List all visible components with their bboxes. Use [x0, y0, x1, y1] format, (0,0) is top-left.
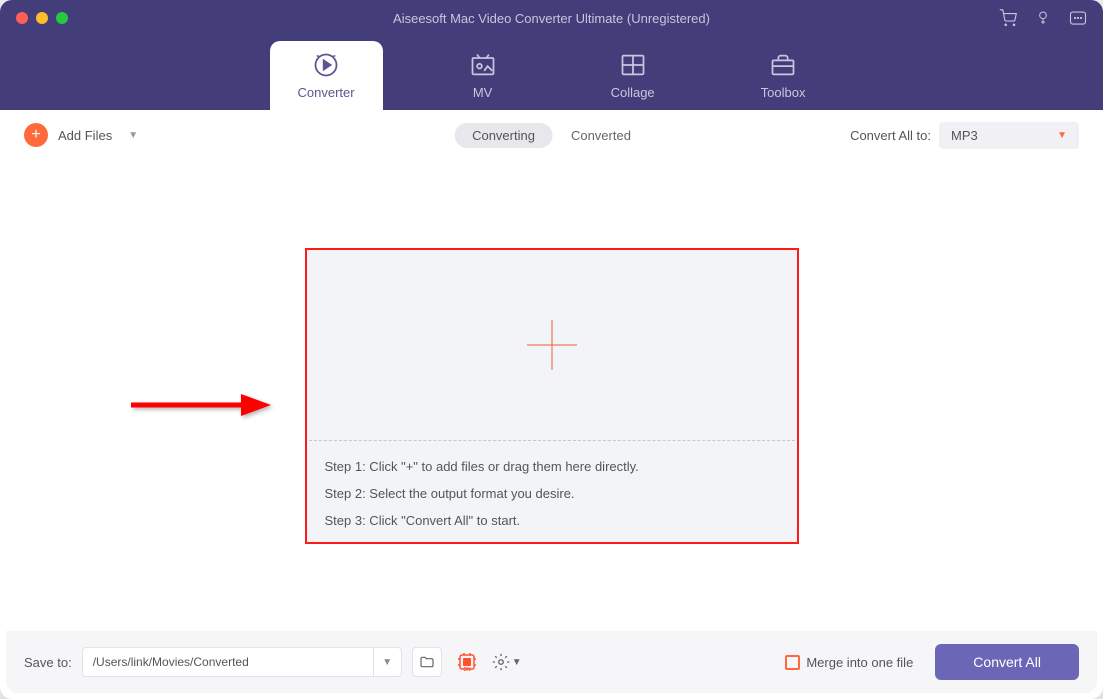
toolbar: + Add Files ▼ Converting Converted Conve… [6, 110, 1097, 160]
save-path-field[interactable]: /Users/link/Movies/Converted ▼ [82, 647, 402, 677]
tab-mv[interactable]: MV [433, 41, 533, 110]
file-drop-zone[interactable]: Step 1: Click "+" to add files or drag t… [305, 248, 799, 544]
feedback-icon[interactable] [1069, 10, 1087, 26]
tab-label: Toolbox [761, 85, 806, 100]
convert-all-to-label: Convert All to: [850, 128, 931, 143]
cart-icon[interactable] [999, 9, 1017, 27]
close-window-button[interactable] [16, 12, 28, 24]
drop-upper [307, 250, 797, 440]
maximize-window-button[interactable] [56, 12, 68, 24]
settings-button[interactable]: ▼ [492, 653, 522, 671]
save-path-value: /Users/link/Movies/Converted [83, 655, 373, 669]
mv-icon [469, 51, 497, 79]
header-actions [999, 9, 1087, 27]
chevron-down-icon[interactable]: ▼ [128, 130, 138, 141]
chevron-down-icon: ▼ [1057, 130, 1067, 141]
step-text: Step 1: Click "+" to add files or drag t… [325, 459, 779, 474]
checkbox-icon [785, 655, 800, 670]
tab-label: Collage [611, 85, 655, 100]
converter-icon [312, 51, 340, 79]
open-folder-button[interactable] [412, 647, 442, 677]
add-file-plus-icon[interactable] [527, 320, 577, 370]
collage-icon [619, 51, 647, 79]
tab-converting[interactable]: Converting [454, 123, 553, 148]
window-controls [16, 12, 68, 24]
app-window: Aiseesoft Mac Video Converter Ultimate (… [0, 0, 1103, 699]
toolbox-icon [769, 51, 797, 79]
arrow-annotation [126, 390, 276, 420]
main-workspace: Step 1: Click "+" to add files or drag t… [6, 160, 1097, 631]
status-tabs: Converting Converted [454, 123, 649, 148]
minimize-window-button[interactable] [36, 12, 48, 24]
format-value: MP3 [951, 128, 978, 143]
key-icon[interactable] [1035, 10, 1051, 26]
tab-toolbox[interactable]: Toolbox [733, 41, 834, 110]
save-to-label: Save to: [24, 655, 72, 670]
title-bar: Aiseesoft Mac Video Converter Ultimate (… [0, 0, 1103, 36]
merge-label: Merge into one file [806, 655, 913, 670]
main-nav: Converter MV Collage Toolbox [0, 36, 1103, 110]
output-format-dropdown[interactable]: MP3 ▼ [939, 122, 1079, 149]
step-text: Step 2: Select the output format you des… [325, 486, 779, 501]
window-title: Aiseesoft Mac Video Converter Ultimate (… [393, 11, 710, 26]
content-area: + Add Files ▼ Converting Converted Conve… [6, 110, 1097, 693]
gear-icon [492, 653, 510, 671]
step-text: Step 3: Click "Convert All" to start. [325, 513, 779, 528]
chevron-down-icon: ▼ [512, 657, 522, 668]
tab-converted[interactable]: Converted [553, 123, 649, 148]
tab-label: MV [473, 85, 493, 100]
convert-all-button[interactable]: Convert All [935, 644, 1079, 680]
merge-checkbox[interactable]: Merge into one file [785, 655, 913, 670]
gpu-acceleration-button[interactable]: ON [452, 647, 482, 677]
instructions: Step 1: Click "+" to add files or drag t… [307, 441, 797, 542]
tab-converter[interactable]: Converter [270, 41, 383, 110]
chevron-down-icon[interactable]: ▼ [373, 648, 401, 676]
add-files-label: Add Files [58, 128, 112, 143]
add-files-button[interactable]: + Add Files ▼ [24, 123, 138, 147]
plus-icon: + [24, 123, 48, 147]
svg-text:ON: ON [463, 667, 471, 673]
format-selector-group: Convert All to: MP3 ▼ [850, 122, 1079, 149]
footer-bar: Save to: /Users/link/Movies/Converted ▼ … [6, 631, 1097, 693]
tab-label: Converter [298, 85, 355, 100]
tab-collage[interactable]: Collage [583, 41, 683, 110]
